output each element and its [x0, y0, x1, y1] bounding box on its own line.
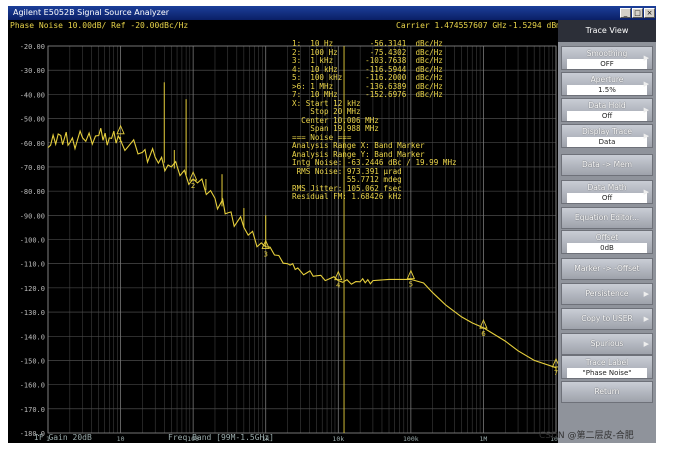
instrument-screen: Agilent E5052B Signal Source Analyzer _ …	[8, 6, 656, 443]
softkey-display-trace[interactable]: Display Trace Data ▶	[561, 124, 653, 148]
softkey-value: OFF	[567, 59, 647, 69]
window-titlebar: Agilent E5052B Signal Source Analyzer _ …	[8, 6, 656, 20]
close-button[interactable]: ×	[644, 8, 655, 18]
marker-readout-line: Residual FM: 1.68426 kHz	[292, 192, 402, 201]
softkey-label: Data Hold	[588, 101, 626, 110]
softkey-panel-title: Trace View	[558, 20, 656, 42]
window-title: Agilent E5052B Signal Source Analyzer	[13, 8, 170, 17]
softkey-label: Marker -> -Offset	[574, 264, 640, 273]
y-tick-label: -40.00	[20, 91, 45, 99]
softkey-marker-offset[interactable]: Marker -> -Offset	[561, 258, 653, 280]
if-gain-status: IF Gain 20dB	[34, 433, 92, 442]
softkey-label: Display Trace	[582, 127, 632, 136]
marker-label: 3	[263, 251, 267, 259]
softkey-label: Aperture	[590, 75, 624, 84]
freq-band-status: Freq Band [99M-1.5GHz]	[168, 433, 274, 442]
y-tick-label: -50.00	[20, 116, 45, 124]
submenu-arrow-icon: ▶	[643, 340, 649, 348]
y-tick-label: -120.0	[20, 285, 45, 293]
softkey-spurious[interactable]: Spurious ▶	[561, 333, 653, 355]
marker-label: 6	[481, 330, 486, 338]
y-tick-label: -150.0	[20, 357, 45, 365]
submenu-arrow-icon: ▶	[643, 315, 649, 323]
y-tick-label: -170.0	[20, 406, 45, 414]
y-tick-label: -110.0	[20, 261, 45, 269]
y-tick-label: -90.00	[20, 212, 45, 220]
softkey-label: Trace Label	[585, 358, 629, 367]
softkey-data-hold[interactable]: Data Hold Off ▶	[561, 98, 653, 122]
softkey-value: "Phase Noise"	[567, 368, 647, 378]
softkey-data-math[interactable]: Data Math Off ▶	[561, 180, 653, 204]
y-tick-label: -130.0	[20, 309, 45, 317]
softkey-panel: Trace View Smoothing OFF ▶ Aperture 1.5% ▶ Dat…	[558, 20, 656, 443]
softkey-label: Spurious	[590, 339, 624, 348]
x-tick-label: 1M	[480, 435, 488, 443]
marker-readout: 1: 10 Hz -56.3141 dBc/Hz 2: 100 Hz -75.43…	[292, 39, 457, 202]
softkey-offset[interactable]: Offset 0dB	[561, 230, 653, 254]
y-tick-label: -100.0	[20, 237, 45, 245]
minimize-button[interactable]: _	[620, 8, 631, 18]
softkey-copy-to-user[interactable]: Copy to USER ▶	[561, 308, 653, 330]
x-tick-label: 10	[117, 435, 125, 443]
softkey-value: Off	[567, 111, 647, 121]
marker-label: 5	[409, 281, 413, 289]
softkey-return[interactable]: Return	[561, 381, 653, 403]
softkey-value: Off	[567, 193, 647, 203]
submenu-arrow-icon: ▶	[643, 290, 649, 298]
softkey-label: Smoothing	[586, 49, 628, 58]
y-tick-label: -70.00	[20, 164, 45, 172]
softkey-label: Offset	[595, 233, 619, 242]
marker-label: 2	[191, 182, 195, 190]
phase-noise-chart: -20.00 -30.00 -40.00 -50.00 -60.00 -70.00 -80.…	[20, 43, 558, 443]
y-tick-label: -80.00	[20, 188, 45, 196]
submenu-arrow-icon: ▶	[643, 54, 649, 62]
y-tick-label: -60.00	[20, 140, 45, 148]
softkey-aperture[interactable]: Aperture 1.5% ▶	[561, 72, 653, 96]
marker-label: 1	[118, 136, 122, 144]
submenu-arrow-icon: ▶	[643, 132, 649, 140]
softkey-data-mem[interactable]: Data -> Mem	[561, 154, 653, 176]
y-tick-label: -160.0	[20, 382, 45, 390]
softkey-label: Return	[594, 387, 620, 396]
softkey-value: 1.5%	[567, 85, 647, 95]
softkey-value: Data	[567, 137, 647, 147]
softkey-trace-label[interactable]: Trace Label "Phase Noise"	[561, 355, 653, 379]
softkey-persistence[interactable]: Persistence ▶	[561, 283, 653, 305]
softkey-label: Persistence	[585, 289, 629, 298]
softkey-label: Data -> Mem	[581, 160, 633, 169]
softkey-smoothing[interactable]: Smoothing OFF ▶	[561, 46, 653, 70]
marker-label: 4	[336, 282, 341, 290]
y-tick-label: -30.00	[20, 67, 45, 75]
submenu-arrow-icon: ▶	[643, 188, 649, 196]
submenu-arrow-icon: ▶	[643, 106, 649, 114]
submenu-arrow-icon: ▶	[643, 80, 649, 88]
watermark: CSDN @第二层皮-合肥	[539, 431, 634, 441]
maximize-button[interactable]: □	[632, 8, 643, 18]
x-tick-label: 10k	[332, 435, 344, 443]
softkey-label: Equation Editor...	[574, 213, 640, 222]
softkey-value: 0dB	[567, 243, 647, 253]
plot-panel: Phase Noise 10.00dB/ Ref -20.00dBc/Hz Ca…	[8, 20, 561, 443]
softkey-label: Copy to USER	[581, 314, 633, 323]
y-tick-label: -140.0	[20, 333, 45, 341]
softkey-equation-editor[interactable]: Equation Editor...	[561, 207, 653, 229]
x-tick-label: 100k	[403, 435, 419, 443]
softkey-label: Data Math	[587, 183, 627, 192]
y-tick-label: -20.00	[20, 43, 45, 51]
